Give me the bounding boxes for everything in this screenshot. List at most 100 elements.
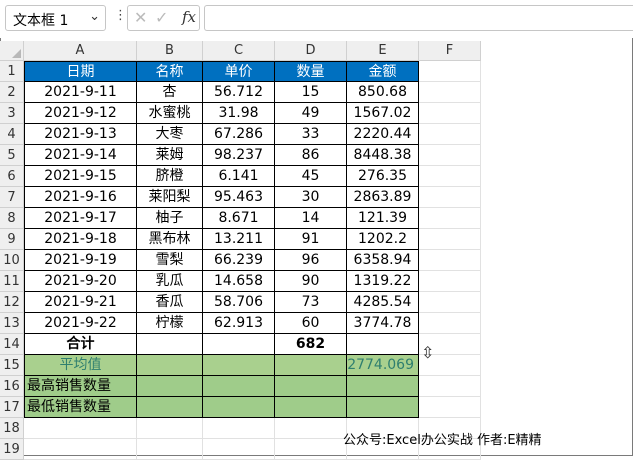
table-cell[interactable]: 乳瓜	[137, 271, 203, 292]
grid-cell[interactable]	[419, 397, 481, 418]
table-cell[interactable]: 15	[275, 82, 347, 103]
formula-input[interactable]	[204, 5, 633, 31]
chevron-down-icon[interactable]: ⌄	[89, 9, 100, 24]
name-box[interactable]: 文本框 1 ⌄	[5, 5, 106, 31]
row-header-9[interactable]: 9	[0, 229, 24, 250]
table-cell[interactable]: 91	[275, 229, 347, 250]
select-all-corner[interactable]	[0, 41, 24, 61]
table-cell[interactable]: 莱阳梨	[137, 187, 203, 208]
table-cell[interactable]: 2021-9-18	[24, 229, 137, 250]
table-cell[interactable]: 67.286	[203, 124, 275, 145]
table-cell[interactable]: 95.463	[203, 187, 275, 208]
grid-cell[interactable]	[419, 250, 481, 271]
table-cell[interactable]	[203, 376, 275, 397]
max-sales-label[interactable]: 最高销售数量	[24, 376, 137, 397]
table-cell[interactable]: 2220.44	[347, 124, 419, 145]
row-header-16[interactable]: 16	[0, 376, 24, 397]
grid-cell[interactable]	[419, 124, 481, 145]
table-cell[interactable]: 脐橙	[137, 166, 203, 187]
table-cell[interactable]: 2021-9-16	[24, 187, 137, 208]
table-cell[interactable]: 96	[275, 250, 347, 271]
table-cell[interactable]: 莱姆	[137, 145, 203, 166]
row-header-19[interactable]: 19	[0, 439, 24, 460]
column-header-c[interactable]: C	[203, 41, 275, 61]
table-cell[interactable]	[137, 334, 203, 355]
table-cell[interactable]: 8448.38	[347, 145, 419, 166]
more-dots-icon[interactable]: ⋮	[114, 8, 127, 23]
table-cell[interactable]	[203, 355, 275, 376]
row-header-13[interactable]: 13	[0, 313, 24, 334]
row-header-11[interactable]: 11	[0, 271, 24, 292]
grid-cell[interactable]	[419, 229, 481, 250]
row-header-8[interactable]: 8	[0, 208, 24, 229]
table-cell[interactable]: 45	[275, 166, 347, 187]
row-header-12[interactable]: 12	[0, 292, 24, 313]
table-cell[interactable]: 8.671	[203, 208, 275, 229]
grid-cell[interactable]	[419, 103, 481, 124]
table-cell[interactable]: 2021-9-13	[24, 124, 137, 145]
table-cell[interactable]: 90	[275, 271, 347, 292]
table-header-cell[interactable]: 单价	[203, 61, 275, 82]
average-value[interactable]: 2774.069	[347, 355, 419, 376]
table-cell[interactable]: 62.913	[203, 313, 275, 334]
row-header-14[interactable]: 14	[0, 334, 24, 355]
table-cell[interactable]	[137, 376, 203, 397]
table-cell[interactable]: 1567.02	[347, 103, 419, 124]
row-header-17[interactable]: 17	[0, 397, 24, 418]
table-cell[interactable]	[203, 397, 275, 418]
table-cell[interactable]: 98.237	[203, 145, 275, 166]
column-header-e[interactable]: E	[347, 41, 419, 61]
table-cell[interactable]	[347, 397, 419, 418]
grid-cell[interactable]	[419, 61, 481, 82]
grid-cell[interactable]	[419, 208, 481, 229]
min-sales-label[interactable]: 最低销售数量	[24, 397, 137, 418]
table-cell[interactable]: 1202.2	[347, 229, 419, 250]
table-cell[interactable]: 30	[275, 187, 347, 208]
grid-cell[interactable]	[275, 418, 347, 439]
grid-cell[interactable]	[137, 418, 203, 439]
table-cell[interactable]: 66.239	[203, 250, 275, 271]
grid-cell[interactable]	[419, 376, 481, 397]
table-cell[interactable]: 2863.89	[347, 187, 419, 208]
table-cell[interactable]: 2021-9-21	[24, 292, 137, 313]
grid-cell[interactable]	[419, 145, 481, 166]
grid-cell[interactable]	[203, 439, 275, 460]
column-header-f[interactable]: F	[419, 41, 481, 61]
grid-cell[interactable]	[275, 439, 347, 460]
table-cell[interactable]: 31.98	[203, 103, 275, 124]
table-cell[interactable]: 73	[275, 292, 347, 313]
total-qty[interactable]: 682	[275, 334, 347, 355]
table-cell[interactable]: 水蜜桃	[137, 103, 203, 124]
row-header-18[interactable]: 18	[0, 418, 24, 439]
table-cell[interactable]: 14.658	[203, 271, 275, 292]
table-cell[interactable]: 4285.54	[347, 292, 419, 313]
table-cell[interactable]: 黑布林	[137, 229, 203, 250]
table-cell[interactable]: 14	[275, 208, 347, 229]
table-cell[interactable]	[137, 397, 203, 418]
table-cell[interactable]: 56.712	[203, 82, 275, 103]
grid-cell[interactable]	[203, 418, 275, 439]
table-cell[interactable]: 58.706	[203, 292, 275, 313]
table-cell[interactable]: 2021-9-17	[24, 208, 137, 229]
grid-cell[interactable]	[419, 313, 481, 334]
table-cell[interactable]: 6358.94	[347, 250, 419, 271]
grid-cell[interactable]	[419, 82, 481, 103]
table-header-cell[interactable]: 日期	[24, 61, 137, 82]
table-cell[interactable]: 121.39	[347, 208, 419, 229]
table-cell[interactable]: 33	[275, 124, 347, 145]
table-header-cell[interactable]: 数量	[275, 61, 347, 82]
table-cell[interactable]	[275, 355, 347, 376]
table-cell[interactable]	[275, 397, 347, 418]
table-cell[interactable]	[347, 376, 419, 397]
row-header-4[interactable]: 4	[0, 124, 24, 145]
average-label[interactable]: 平均值	[24, 355, 137, 376]
table-cell[interactable]: 杏	[137, 82, 203, 103]
table-header-cell[interactable]: 金额	[347, 61, 419, 82]
grid-cell[interactable]	[419, 271, 481, 292]
total-label[interactable]: 合计	[24, 334, 137, 355]
table-cell[interactable]: 2021-9-20	[24, 271, 137, 292]
table-cell[interactable]: 2021-9-19	[24, 250, 137, 271]
enter-icon[interactable]: ✓	[155, 8, 168, 27]
row-header-7[interactable]: 7	[0, 187, 24, 208]
table-cell[interactable]: 2021-9-11	[24, 82, 137, 103]
